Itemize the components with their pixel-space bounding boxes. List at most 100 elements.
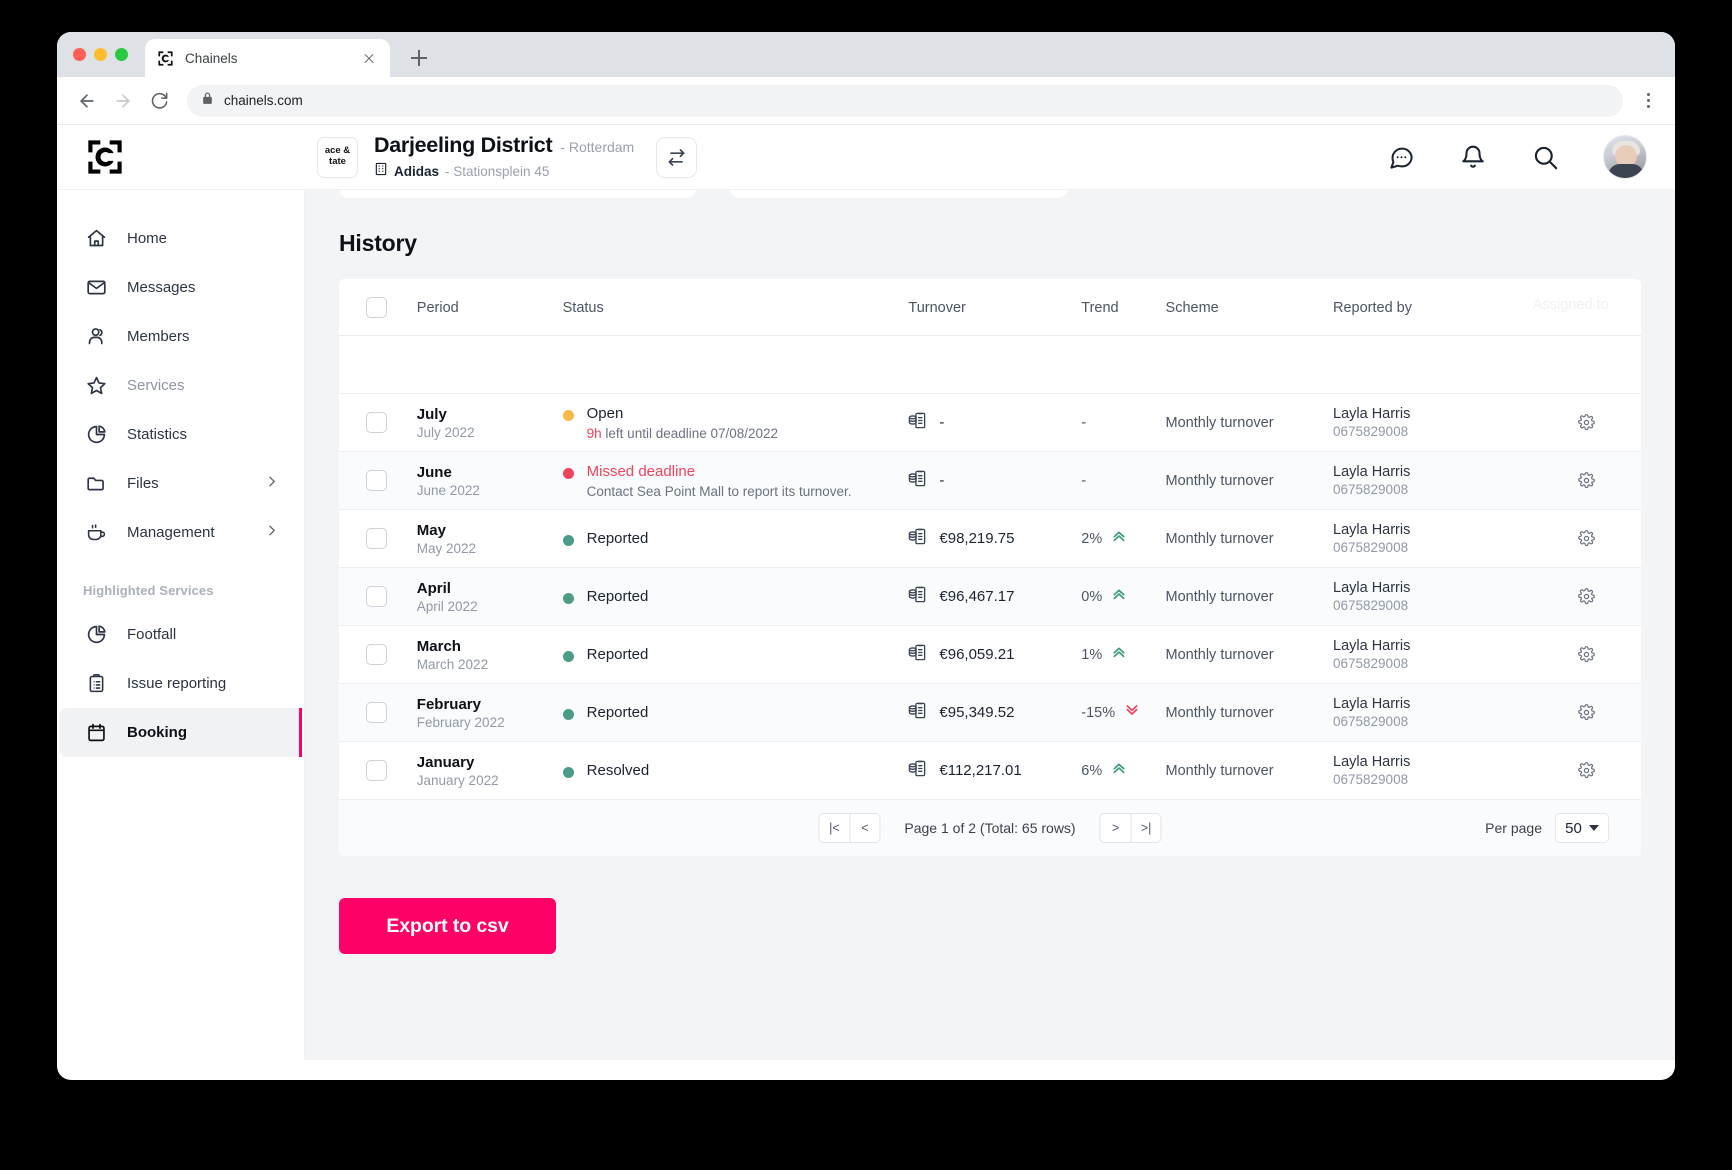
gear-icon[interactable] [1533, 472, 1641, 489]
status-label: Open [586, 404, 624, 422]
kebab-menu-icon[interactable] [1635, 88, 1661, 114]
chat-bubble-icon[interactable] [1387, 143, 1415, 171]
folder-icon [85, 473, 107, 495]
reporter-phone: 0675829008 [1333, 656, 1409, 671]
row-checkbox[interactable] [366, 528, 387, 549]
trend-cell: 6% [1081, 741, 1166, 800]
app-header: ace & tate Darjeeling District - Rotterd… [57, 125, 1675, 190]
first-page-button[interactable]: |< [819, 814, 850, 842]
trend-value: 1% [1081, 646, 1103, 663]
address-bar[interactable]: chainels.com [187, 84, 1623, 117]
trend-value: - [1081, 472, 1087, 489]
sidebar-item-booking[interactable]: Booking [59, 708, 302, 757]
per-page-select[interactable]: 50 [1555, 813, 1609, 843]
sidebar-item-label: Statistics [127, 426, 188, 443]
back-arrow-icon[interactable] [71, 85, 103, 117]
trend-cell: 1% [1081, 625, 1166, 684]
gear-icon[interactable] [1533, 530, 1641, 547]
table-row[interactable]: March March 2022 Reported €96,059.21 1% Month… [339, 625, 1641, 684]
sidebar-item-statistics[interactable]: Statistics [59, 410, 302, 459]
table-row[interactable]: May May 2022 Reported €98,219.75 2% Monthly t… [339, 509, 1641, 568]
period-name: January [416, 753, 475, 771]
column-header-reported-by-label: Reported by [1333, 299, 1412, 316]
sidebar-item-files[interactable]: Files [59, 459, 302, 508]
pagination-next-group: > >| [1099, 813, 1162, 843]
history-table-card: Period Status Turnover Trend Scheme Repo… [339, 279, 1641, 856]
sidebar-item-management[interactable]: Management [59, 508, 302, 557]
new-tab-icon[interactable] [407, 46, 431, 70]
table-row[interactable]: June June 2022 Missed deadline Contact Sea … [339, 451, 1641, 510]
export-to-csv-button[interactable]: Export to csv [339, 898, 556, 954]
close-window-button[interactable] [73, 48, 86, 61]
row-checkbox[interactable] [366, 644, 387, 665]
sidebar-item-home[interactable]: Home [59, 214, 302, 263]
status-cell: Reported [562, 509, 909, 568]
gear-icon[interactable] [1533, 762, 1641, 779]
table-row[interactable]: April April 2022 Reported €96,467.17 0% Month… [339, 567, 1641, 626]
sidebar-item-members[interactable]: Members [59, 312, 302, 361]
status-dot-icon [562, 592, 574, 604]
column-header-trend[interactable]: Trend [1081, 279, 1166, 336]
turnover-cell: - [908, 393, 1082, 452]
prev-page-button[interactable]: < [849, 814, 880, 842]
close-icon[interactable] [360, 49, 378, 67]
column-header-scheme[interactable]: Scheme [1165, 279, 1333, 336]
sidebar-item-messages[interactable]: Messages [59, 263, 302, 312]
sidebar-item-label: Members [127, 328, 190, 345]
reporter-phone: 0675829008 [1333, 714, 1409, 729]
avatar[interactable] [1603, 135, 1647, 179]
column-header-period[interactable]: Period [416, 279, 563, 336]
chainels-logo-icon[interactable] [85, 137, 125, 177]
sidebar-item-label: Services [127, 377, 185, 394]
table-row[interactable]: February February 2022 Reported €95,349.52 -… [339, 683, 1641, 742]
sidebar-item-footfall[interactable]: Footfall [59, 610, 302, 659]
gear-icon[interactable] [1533, 414, 1641, 431]
table-row[interactable]: July July 2022 Open 9h left until deadline … [339, 393, 1641, 452]
gear-icon[interactable] [1533, 646, 1641, 663]
row-checkbox[interactable] [366, 470, 387, 491]
browser-tab[interactable]: Chainels [145, 39, 390, 77]
reload-icon[interactable] [143, 85, 175, 117]
page-header-titles: Darjeeling District - Rotterdam Adidas -… [374, 133, 634, 181]
column-header-status[interactable]: Status [562, 279, 909, 336]
bell-icon[interactable] [1459, 143, 1487, 171]
chevron-down-icon [1588, 825, 1599, 831]
maximize-window-button[interactable] [115, 48, 128, 61]
sidebar-item-issue-reporting[interactable]: Issue reporting [59, 659, 302, 708]
row-actions-cell [1532, 509, 1641, 568]
minimize-window-button[interactable] [94, 48, 107, 61]
column-header-reported-by[interactable]: Reported by Assigned to Trend [1333, 279, 1609, 336]
row-checkbox[interactable] [366, 760, 387, 781]
table-row[interactable]: January January 2022 Resolved €112,217.01 6%… [339, 741, 1641, 800]
reported-by-cell: Layla Harris 0675829008 [1333, 509, 1533, 568]
table-body: July July 2022 Open 9h left until deadline … [339, 335, 1641, 800]
gear-icon[interactable] [1533, 588, 1641, 605]
store-logo-badge: ace & tate [317, 136, 358, 178]
status-dot-icon [562, 467, 574, 479]
column-header-turnover[interactable]: Turnover [908, 279, 1082, 336]
next-page-button[interactable]: > [1100, 814, 1131, 842]
forward-arrow-icon[interactable] [107, 85, 139, 117]
select-all-checkbox[interactable] [366, 297, 387, 318]
window-controls[interactable] [73, 48, 128, 61]
sidebar-item-services[interactable]: Services [59, 361, 302, 410]
search-icon[interactable] [1531, 143, 1559, 171]
trend-value: - [1081, 414, 1087, 431]
turnover-cell: €98,219.75 [908, 509, 1082, 568]
sidebar-item-label: Home [127, 230, 168, 247]
last-page-button[interactable]: >| [1130, 814, 1161, 842]
pie-chart-icon [85, 424, 107, 446]
status-cell: Resolved [562, 741, 909, 800]
pie-chart-icon [85, 624, 107, 646]
trend-cell: 2% [1081, 509, 1166, 568]
period-range: June 2022 [416, 482, 480, 498]
row-checkbox[interactable] [366, 586, 387, 607]
reported-by-cell: Layla Harris 0675829008 [1333, 683, 1533, 742]
row-checkbox[interactable] [366, 412, 387, 433]
period-name: February [416, 695, 481, 713]
swap-arrows-icon[interactable] [656, 136, 698, 178]
row-checkbox[interactable] [366, 702, 387, 723]
gear-icon[interactable] [1533, 704, 1641, 721]
status-label: Reported [586, 529, 649, 547]
period-cell: January January 2022 [416, 741, 563, 800]
